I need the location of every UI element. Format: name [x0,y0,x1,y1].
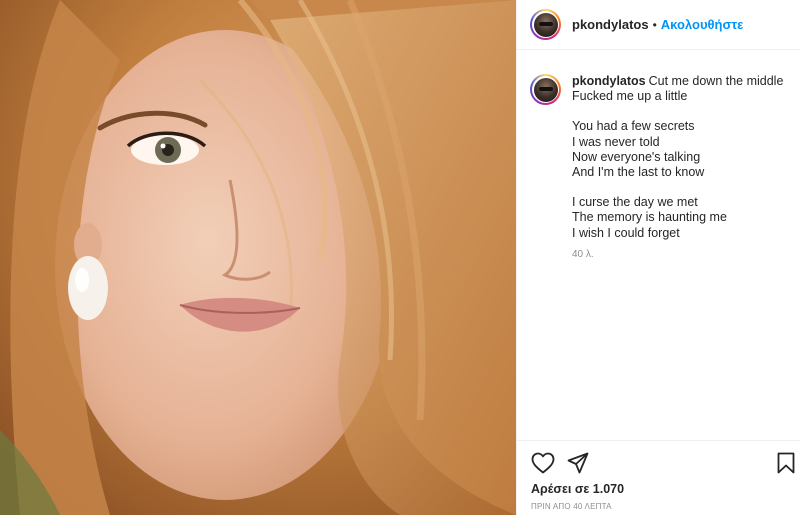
caption-line: Cut me down the middle [648,74,784,88]
likes-count[interactable]: Αρέσει σε 1.070 [531,482,624,496]
caption-line: And I'm the last to know [572,165,705,180]
post-photo[interactable] [0,0,516,515]
heart-outline-icon[interactable] [530,450,556,476]
caption-line: Now everyone's talking [572,149,701,164]
avatar[interactable] [530,9,561,40]
post-header: pkondylatos • Ακολουθήστε [517,0,800,50]
avatar-image [533,12,558,37]
caption-line: Fucked me up a little [572,89,688,104]
follow-button[interactable]: Ακολουθήστε [661,17,744,32]
caption-line: I curse the day we met [572,195,698,210]
header-separator: • [652,17,657,32]
actions-bar: Αρέσει σε 1.070 ΠΡΙΝ ΑΠΟ 40 ΛΕΠΤΑ [517,440,800,515]
caption-text: pkondylatos Cut me down the middle Fucked… [572,74,783,262]
caption-line: You had a few secrets [572,119,695,134]
caption-line: I was never told [572,134,660,149]
caption-block: pkondylatos Cut me down the middle Fucked… [530,74,792,262]
bookmark-outline-icon[interactable] [775,450,797,476]
paper-plane-icon[interactable] [565,450,591,476]
post-timestamp[interactable]: ΠΡΙΝ ΑΠΟ 40 ΛΕΠΤΑ [531,502,612,511]
post-sidebar: pkondylatos • Ακολουθήστε pkondylatos Cut… [516,0,800,515]
header-username[interactable]: pkondylatos [572,17,649,32]
caption-timestamp[interactable]: 40 λ. [572,247,783,262]
avatar-image [533,77,558,102]
caption-line: I wish I could forget [572,225,680,240]
portrait-illustration [0,0,516,515]
caption-username[interactable]: pkondylatos [572,74,646,88]
caption-line: The memory is haunting me [572,210,727,225]
caption-avatar[interactable] [530,74,561,105]
